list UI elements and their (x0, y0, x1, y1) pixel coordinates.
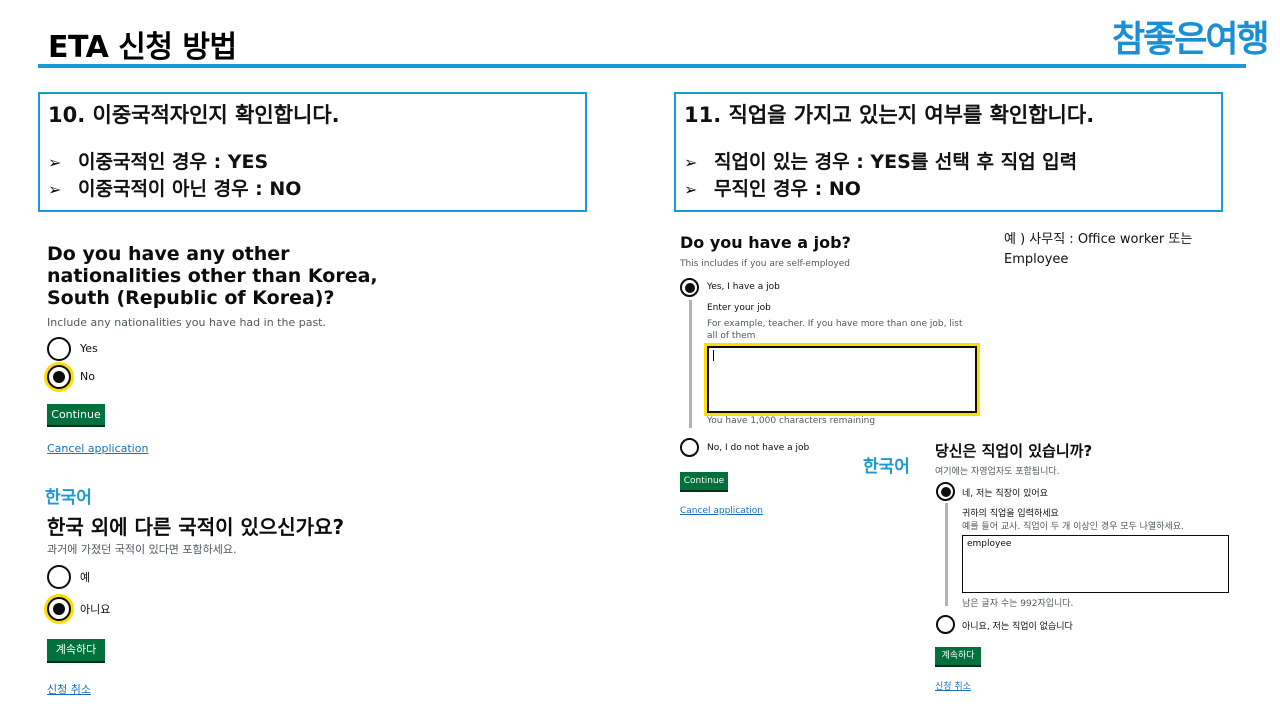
nationality-yes-radio[interactable] (47, 337, 71, 361)
korean-label: 한국어 (45, 488, 92, 508)
example-note: 예 ) 사무직 : Office worker 또는 Employee (1004, 232, 1193, 267)
job-yes-label-ko[interactable]: 네, 저는 직장이 있어요 (962, 486, 1048, 499)
nationality-yes-label-ko[interactable]: 예 (80, 569, 90, 585)
job-question-ko: 당신은 직업이 있습니까? (935, 442, 1093, 460)
arrow-bullet-icon: ➢ (684, 153, 698, 172)
job-hint-ko: 여기에는 자영업자도 포함됩니다. (935, 467, 1060, 477)
job-yes-radio-ko[interactable] (936, 482, 955, 501)
list-item: ➢ 무직인 경우 : NO (684, 176, 1221, 203)
job-enter-label: Enter your job (707, 303, 771, 313)
brand-logo: 참좋은여행 (1112, 19, 1270, 60)
nationality-hint-ko: 과거에 가졌던 국적이 있다면 포함하세요. (47, 543, 237, 556)
korean-label-job: 한국어 (863, 457, 910, 477)
job-no-label-ko[interactable]: 아니요, 저는 직업이 없습니다 (962, 619, 1073, 632)
cancel-application-link-ko[interactable]: 신청 취소 (47, 681, 91, 697)
nationality-no-label[interactable]: No (80, 370, 95, 383)
nationality-no-label-ko[interactable]: 아니요 (80, 601, 110, 617)
nationality-no-radio-ko[interactable] (47, 597, 71, 621)
job-textarea[interactable] (707, 346, 977, 413)
conditional-divider-ko (945, 503, 948, 606)
step10-heading: 10. 이중국적자인지 확인합니다. (48, 103, 340, 127)
job-question: Do you have a job? (680, 233, 851, 252)
arrow-bullet-icon: ➢ (48, 180, 62, 199)
header-divider (38, 64, 1246, 68)
step11-list: ➢ 직업이 있는 경우 : YES를 선택 후 직업 입력 ➢ 무직인 경우 : N… (684, 149, 1221, 203)
conditional-divider (689, 300, 692, 428)
job-hint: This includes if you are self-employed (680, 259, 851, 269)
job-no-label[interactable]: No, I do not have a job (707, 443, 809, 453)
job-enter-label-ko: 귀하의 직업을 입력하세요 (962, 509, 1059, 519)
job-enter-hint: For example, teacher. If you have more t… (707, 319, 963, 341)
list-item: ➢ 이중국적이 아닌 경우 : NO (48, 176, 585, 203)
job-yes-label[interactable]: Yes, I have a job (707, 282, 780, 292)
arrow-bullet-icon: ➢ (684, 180, 698, 199)
step11-box: 11. 직업을 가지고 있는지 여부를 확인합니다. ➢ 직업이 있는 경우 : … (674, 92, 1223, 212)
continue-button-ko[interactable]: 계속하다 (47, 639, 105, 661)
job-no-radio[interactable] (680, 438, 699, 457)
text-cursor (713, 350, 714, 361)
job-remaining-count: You have 1,000 characters remaining (707, 416, 876, 426)
list-item: ➢ 이중국적인 경우 : YES (48, 149, 585, 176)
job-remaining-count-ko: 남은 글자 수는 992자입니다. (962, 599, 1074, 609)
job-no-radio-ko[interactable] (936, 615, 955, 634)
nationality-question-ko: 한국 외에 다른 국적이 있으신가요? (47, 515, 345, 539)
job-enter-hint-ko: 예를 들어 교사. 직업이 두 개 이상인 경우 모두 나열하세요. (962, 522, 1184, 532)
job-cancel-link-ko[interactable]: 신청 취소 (935, 679, 971, 692)
nationality-question: Do you have any other nationalities othe… (47, 243, 378, 309)
cancel-application-link[interactable]: Cancel application (47, 442, 148, 455)
nationality-yes-radio-ko[interactable] (47, 565, 71, 589)
list-item: ➢ 직업이 있는 경우 : YES를 선택 후 직업 입력 (684, 149, 1221, 176)
job-yes-radio[interactable] (680, 278, 699, 297)
continue-button[interactable]: Continue (47, 404, 105, 425)
arrow-bullet-icon: ➢ (48, 153, 62, 172)
job-continue-button[interactable]: Continue (680, 472, 728, 490)
job-textarea-ko[interactable]: employee (962, 535, 1229, 593)
nationality-no-radio[interactable] (47, 365, 71, 389)
step10-list: ➢ 이중국적인 경우 : YES ➢ 이중국적이 아닌 경우 : NO (48, 149, 585, 203)
nationality-hint: Include any nationalities you have had i… (47, 316, 326, 329)
job-cancel-link[interactable]: Cancel application (680, 506, 763, 516)
job-continue-button-ko[interactable]: 계속하다 (935, 647, 981, 665)
step11-heading: 11. 직업을 가지고 있는지 여부를 확인합니다. (684, 103, 1095, 127)
step10-box: 10. 이중국적자인지 확인합니다. ➢ 이중국적인 경우 : YES ➢ 이중국적… (38, 92, 587, 212)
nationality-yes-label[interactable]: Yes (80, 342, 98, 355)
page-title: ETA 신청 방법 (48, 30, 237, 65)
